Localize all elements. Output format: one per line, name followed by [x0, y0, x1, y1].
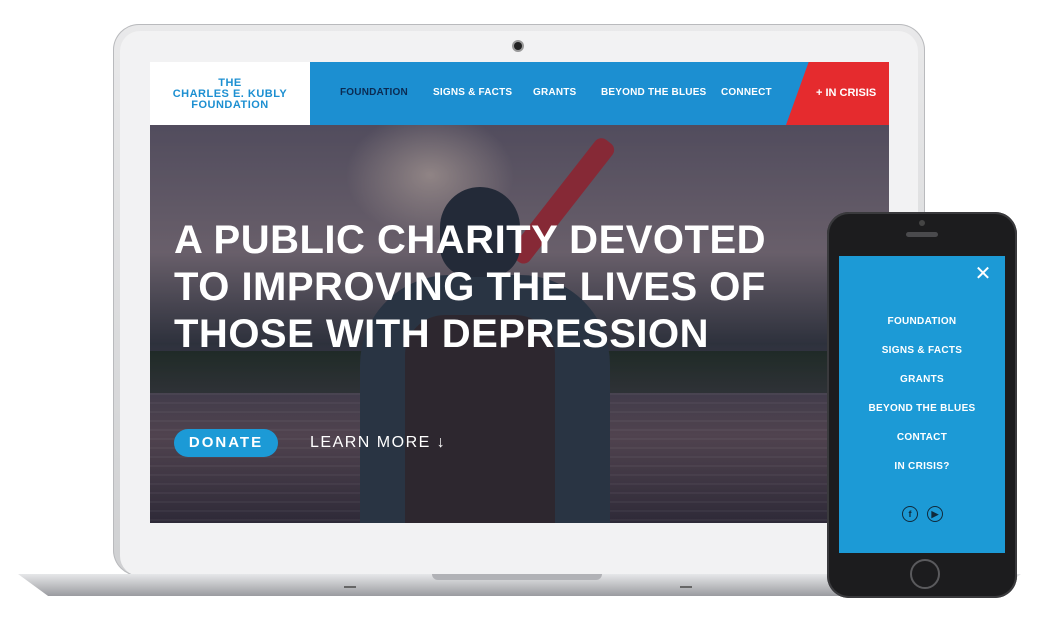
mobile-menu-item-grants[interactable]: GRANTS: [839, 374, 1005, 385]
hero-headline: A PUBLIC CHARITY DEVOTED TO IMPROVING TH…: [174, 217, 766, 358]
mobile-menu-item-foundation[interactable]: FOUNDATION: [839, 316, 1005, 327]
nav-item-grants[interactable]: GRANTS: [533, 87, 576, 98]
laptop-notch: [432, 574, 602, 580]
phone-speaker: [906, 232, 938, 237]
hero-headline-line: A PUBLIC CHARITY DEVOTED: [174, 218, 767, 262]
donate-button[interactable]: DONATE: [174, 429, 278, 457]
facebook-icon[interactable]: f: [902, 506, 918, 522]
mobile-menu: ✕ FOUNDATION SIGNS & FACTS GRANTS BEYOND…: [839, 256, 1005, 553]
logo-line: FOUNDATION: [191, 99, 269, 111]
main-nav: THE CHARLES E. KUBLY FOUNDATION FOUNDATI…: [150, 62, 889, 125]
mobile-menu-item-in-crisis[interactable]: IN CRISIS?: [839, 461, 1005, 472]
site-logo[interactable]: THE CHARLES E. KUBLY FOUNDATION: [150, 62, 310, 125]
mobile-menu-item-signs-facts[interactable]: SIGNS & FACTS: [839, 345, 1005, 356]
mobile-menu-item-beyond-the-blues[interactable]: BEYOND THE BLUES: [839, 403, 1005, 414]
hero-headline-line: TO IMPROVING THE LIVES OF: [174, 265, 766, 309]
nav-item-foundation[interactable]: FOUNDATION: [340, 87, 408, 98]
nav-item-beyond-the-blues[interactable]: BEYOND THE BLUES: [601, 87, 706, 98]
phone-home-button[interactable]: [910, 559, 940, 589]
mobile-menu-item-contact[interactable]: CONTACT: [839, 432, 1005, 443]
hero-headline-line: THOSE WITH DEPRESSION: [174, 312, 709, 356]
youtube-icon[interactable]: ▶: [927, 506, 943, 522]
in-crisis-button[interactable]: + IN CRISIS: [816, 87, 876, 99]
laptop-screen: A PUBLIC CHARITY DEVOTED TO IMPROVING TH…: [150, 62, 889, 523]
laptop-camera: [514, 42, 522, 50]
laptop-foot: [680, 586, 692, 588]
nav-item-signs-facts[interactable]: SIGNS & FACTS: [433, 87, 512, 98]
laptop-foot: [344, 586, 356, 588]
close-icon[interactable]: ✕: [973, 264, 993, 284]
nav-item-connect[interactable]: CONNECT: [721, 87, 772, 98]
hero-section: A PUBLIC CHARITY DEVOTED TO IMPROVING TH…: [150, 125, 889, 523]
learn-more-link[interactable]: LEARN MORE ↓: [310, 434, 446, 452]
phone-camera: [919, 220, 925, 226]
